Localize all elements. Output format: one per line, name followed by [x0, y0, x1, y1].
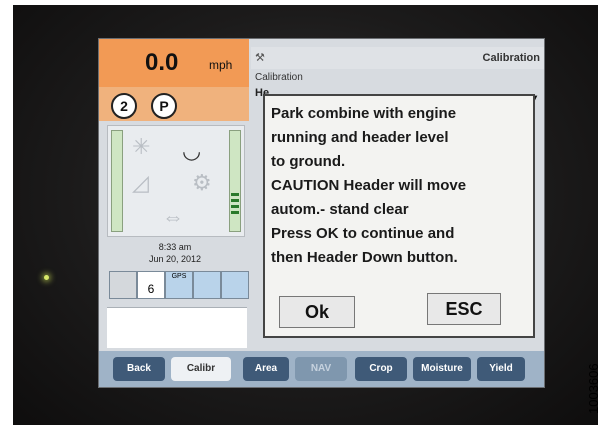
- calibration-title-bar: ⚒ Calibration: [251, 47, 544, 69]
- reel-icon: ◿: [132, 170, 149, 195]
- speed-display: 0.0 mph: [99, 39, 249, 87]
- message-line: CAUTION Header will move: [271, 177, 467, 194]
- time-text: 8:33 am: [158, 242, 192, 252]
- gear-indicator: 2: [111, 93, 137, 119]
- gauge-panel: ✳ ◡ ◿ ⚙ ⇔: [107, 125, 245, 237]
- message-line: Press OK to continue and: [271, 225, 455, 242]
- gps-icon: GPS: [165, 271, 193, 299]
- speed-value: 0.0: [145, 49, 179, 76]
- gear-icon: ⚙: [192, 170, 212, 195]
- power-led: [44, 275, 49, 280]
- tab-yield[interactable]: Yield: [477, 357, 525, 381]
- satellite-count: 6: [137, 271, 165, 299]
- reference-number: 1003606: [586, 363, 601, 414]
- tab-bar: Back Calibr Area NAV Crop Moisture Yield: [99, 351, 544, 387]
- tab-moisture[interactable]: Moisture: [413, 357, 471, 381]
- calibration-dialog: Park combine with engine running and hea…: [263, 94, 535, 338]
- dialog-message: Park combine with engine running and hea…: [271, 102, 527, 270]
- status-panel: 0.0 mph 2 P ✳ ◡ ◿ ⚙ ⇔ 8:33 am Jun 20, 20…: [99, 39, 251, 349]
- calibration-title: Calibration: [482, 52, 540, 64]
- clock: 8:33 am Jun 20, 2012: [107, 241, 243, 269]
- message-line: autom.- stand clear: [271, 201, 409, 218]
- right-level-bar: [229, 130, 241, 232]
- speed-unit: mph: [209, 58, 233, 72]
- tab-crop[interactable]: Crop: [355, 357, 407, 381]
- message-line: then Header Down button.: [271, 249, 458, 266]
- header-position-icon: ◡: [182, 138, 202, 163]
- header-tilt-icon: [193, 271, 221, 299]
- tab-nav[interactable]: NAV: [295, 357, 347, 381]
- park-indicator: P: [151, 93, 177, 119]
- empty-grid: [107, 307, 247, 348]
- left-level-bar: [111, 130, 123, 232]
- calibration-subtitle: Calibration: [255, 72, 303, 83]
- header-tilt-icon-2: [221, 271, 249, 299]
- message-line: to ground.: [271, 153, 346, 170]
- gear-row: 2 P: [99, 87, 249, 121]
- tab-area[interactable]: Area: [243, 357, 289, 381]
- tab-calibr[interactable]: Calibr: [171, 357, 231, 381]
- indicator-row: 6 GPS: [107, 271, 249, 301]
- fan-icon: ✳: [132, 134, 151, 159]
- message-line: running and header level: [271, 129, 449, 146]
- message-line: Park combine with engine: [271, 105, 457, 122]
- display-screen: 0.0 mph 2 P ✳ ◡ ◿ ⚙ ⇔ 8:33 am Jun 20, 20…: [98, 38, 545, 388]
- calibration-header: ⚒ Calibration Calibration He ▼: [251, 39, 544, 106]
- arrows-icon: ⇔: [162, 204, 184, 229]
- esc-button[interactable]: ESC: [427, 293, 501, 325]
- ok-button[interactable]: Ok: [279, 296, 355, 328]
- book-icon: [109, 271, 137, 299]
- wrench-icon: ⚒: [255, 52, 265, 64]
- date-text: Jun 20, 2012: [148, 254, 202, 264]
- tab-back[interactable]: Back: [113, 357, 165, 381]
